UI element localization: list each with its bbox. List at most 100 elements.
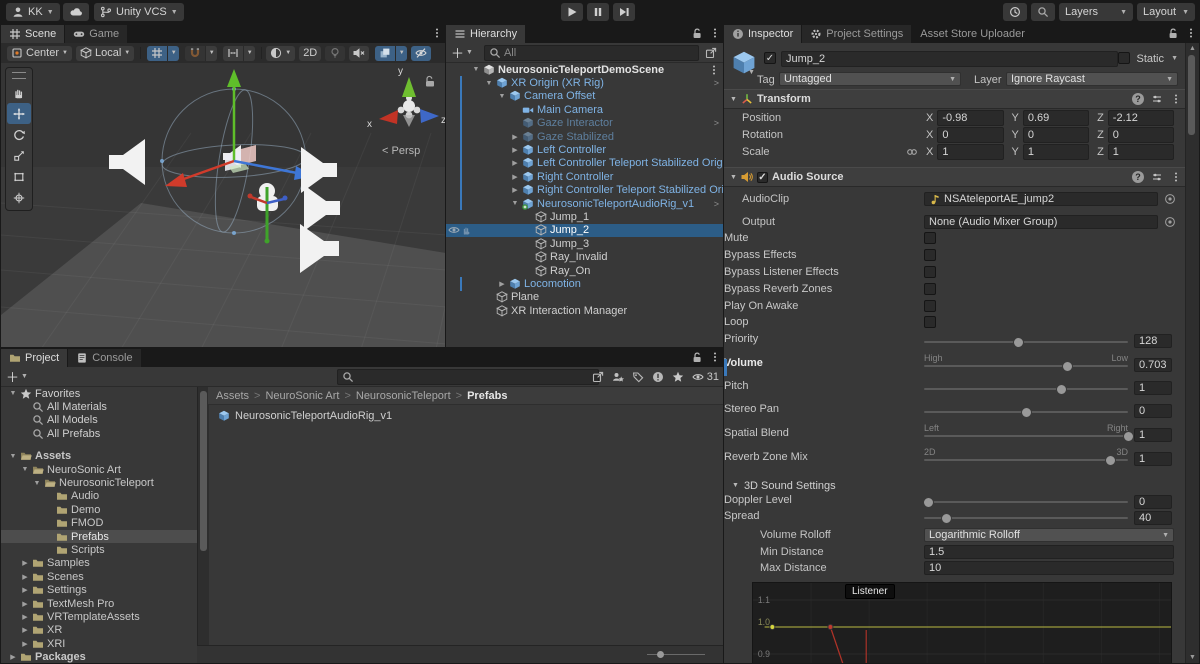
search-by-type-icon[interactable] [612,371,624,383]
slider-thumb[interactable] [1062,361,1073,372]
doppler-level-slider[interactable] [924,501,1128,503]
foldout-arrow[interactable]: ▼ [31,480,43,487]
reverb-zone-mix-slider[interactable] [924,459,1128,461]
slider-thumb[interactable] [657,651,664,658]
hierarchy-item-ray-on[interactable]: Ray_On [446,264,723,277]
kebab-menu-icon[interactable] [1170,93,1182,105]
rotation-y-field[interactable]: 0 [1023,127,1089,143]
favorites-star-icon[interactable] [672,371,684,383]
eye-icon[interactable] [448,224,460,236]
create-asset-button[interactable]: ＋▼ [1,367,33,386]
foldout-arrow[interactable]: ▶ [19,640,31,648]
transform-component-header[interactable]: ▼ Transform ? [724,89,1186,109]
breadcrumb-item[interactable]: NeuroSonic Art [265,390,339,402]
layer-dropdown[interactable]: Ignore Raycast▼ [1006,72,1178,86]
tool-handle-pivot-dropdown[interactable]: Center ▼ [7,46,72,61]
foldout-arrow[interactable]: ▶ [19,626,31,634]
project-folder-scenes[interactable]: ▶Scenes [1,570,197,583]
slider-thumb[interactable] [1123,431,1134,442]
position-y-field[interactable]: 0.69 [1023,110,1089,126]
grid-visibility-dropdown[interactable]: ▼ [167,46,179,61]
scene-effects-toggle[interactable] [375,46,395,61]
lock-icon[interactable] [1167,27,1179,39]
project-folder-audio[interactable]: Audio [1,490,197,503]
chevron-down-icon[interactable]: ▼ [748,69,755,76]
help-icon[interactable]: ? [1132,171,1144,183]
foldout-arrow[interactable]: ▼ [19,466,31,473]
hierarchy-item-camera-offset[interactable]: ▼Camera Offset [446,90,723,103]
kebab-menu-icon[interactable] [709,27,721,39]
hierarchy-item-neurosonicteleportdemoscene[interactable]: ▼NeurosonicTeleportDemoScene [446,63,723,76]
hierarchy-item-xr-origin-xr-rig[interactable]: ▼XR Origin (XR Rig)> [446,76,723,89]
spread-value-field[interactable]: 40 [1134,511,1172,525]
foldout-arrow[interactable]: ▶ [496,280,508,288]
breadcrumb-item[interactable]: NeurosonicTeleport [356,390,451,402]
hierarchy-item-jump-1[interactable]: Jump_1 [446,210,723,223]
curve-key-point[interactable] [770,625,775,630]
target-picker-icon[interactable] [1164,216,1176,228]
hierarchy-item-jump-2[interactable]: Jump_2 [446,224,723,237]
scale-tool-button[interactable] [7,145,31,166]
tab-scene[interactable]: Scene [1,25,65,43]
tab-asset-store-uploader[interactable]: Asset Store Uploader [912,25,1034,43]
create-object-button[interactable]: ＋▼ [446,43,478,62]
curve-key-point[interactable] [828,625,833,630]
hierarchy-item-neurosonicteleportaudiorig-v1[interactable]: ▼NeurosonicTeleportAudioRig_v1> [446,197,723,210]
tool-handle-rotation-dropdown[interactable]: Local ▼ [76,46,134,61]
spatial-blend-slider[interactable]: 2D3D [924,435,1128,437]
tab-game[interactable]: Game [65,25,128,43]
active-checkbox[interactable]: ✓ [764,52,776,64]
kebab-menu-icon[interactable] [708,64,720,76]
foldout-arrow[interactable]: ▶ [7,653,19,661]
play-on-awake-checkbox[interactable] [924,300,936,312]
foldout-arrow[interactable]: ▶ [19,600,31,608]
static-dropdown-caret[interactable]: ▼ [1171,55,1178,62]
snap-increment-dropdown[interactable]: ▼ [205,46,217,61]
kebab-menu-icon[interactable] [431,27,443,39]
favorite-item-all-models[interactable]: All Models [1,414,197,427]
foldout-arrow[interactable]: ▼ [483,80,495,87]
position-x-field[interactable]: -0.98 [937,110,1003,126]
foldout-arrow[interactable]: ▼ [732,482,739,489]
audio-source-component-header[interactable]: ▼ ✓ Audio Source ? [724,167,1186,187]
tag-dropdown[interactable]: Untagged▼ [779,72,961,86]
hierarchy-item-right-controller-teleport-stabilized-origi[interactable]: ▶Right Controller Teleport Stabilized Or… [446,184,723,197]
foldout-arrow[interactable]: ▼ [7,390,19,397]
scene-audio-toggle[interactable] [349,46,369,61]
play-button[interactable] [561,3,583,21]
cloud-button[interactable] [63,3,89,21]
tab-project[interactable]: Project [1,349,68,367]
volume-rolloff-dropdown[interactable]: Logarithmic Rolloff▼ [924,528,1174,542]
stereo-pan-slider[interactable]: LeftRight [924,411,1128,413]
project-folder-xri[interactable]: ▶XRI [1,637,197,650]
rotate-tool-button[interactable] [7,124,31,145]
foldout-arrow[interactable]: ▶ [19,573,31,581]
scale-x-field[interactable]: 1 [937,144,1003,160]
output-field[interactable]: None (Audio Mixer Group) [924,215,1158,229]
inspector-scrollbar[interactable]: ▲ ▼ [1185,43,1199,663]
foldout-arrow[interactable]: ▶ [509,146,521,154]
project-folder-scripts[interactable]: Scripts [1,543,197,556]
step-button[interactable] [613,3,635,21]
volume-value-field[interactable]: 0.703 [1134,358,1172,372]
rect-tool-button[interactable] [7,166,31,187]
spatial-blend-value-field[interactable]: 1 [1134,428,1172,442]
gameobject-name-field[interactable]: Jump_2 [781,51,1118,67]
move-tool-button[interactable] [7,103,31,124]
rotation-x-field[interactable]: 0 [937,127,1003,143]
favorite-item-all-prefabs[interactable]: All Prefabs [1,427,197,440]
slider-thumb[interactable] [941,513,952,524]
project-folder-demo[interactable]: Demo [1,503,197,516]
slider-thumb[interactable] [1021,407,1032,418]
tab-hierarchy[interactable]: Hierarchy [446,25,526,43]
hierarchy-item-main-camera[interactable]: Main Camera [446,103,723,116]
preset-icon[interactable] [1151,171,1163,183]
favorite-item-all-materials[interactable]: All Materials [1,400,197,413]
sound-3d-foldout[interactable]: ▼ 3D Sound Settings [724,478,1186,494]
foldout-arrow[interactable]: ▶ [19,613,31,621]
loop-checkbox[interactable] [924,316,936,328]
hierarchy-item-jump-3[interactable]: Jump_3 [446,237,723,250]
breadcrumb-item[interactable]: Prefabs [467,390,507,402]
rotation-z-field[interactable]: 0 [1108,127,1174,143]
lock-icon[interactable] [691,27,703,39]
